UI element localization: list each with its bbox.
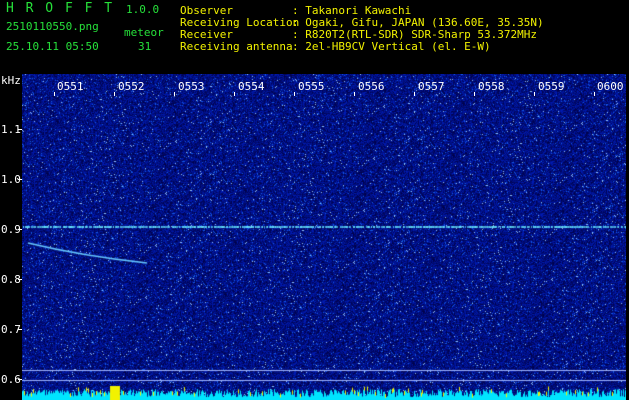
- x-tick: [174, 92, 175, 96]
- x-tick: [294, 92, 295, 96]
- x-tick-label: 0555: [298, 80, 325, 93]
- x-tick-label: 0551: [57, 80, 84, 93]
- x-tick: [114, 92, 115, 96]
- y-tick: [18, 379, 22, 380]
- y-tick: [18, 229, 22, 230]
- meteor-label: meteor: [124, 26, 164, 39]
- y-tick: [18, 129, 22, 130]
- x-tick-label: 0554: [238, 80, 265, 93]
- y-tick: [18, 329, 22, 330]
- x-tick-label: 0553: [178, 80, 205, 93]
- info-label-antenna: Receiving antenna: [180, 40, 293, 53]
- x-tick-label: 0559: [538, 80, 565, 93]
- y-tick: [18, 279, 22, 280]
- header-panel: H R O F F T 1.0.0 2510110550.png meteor …: [0, 0, 629, 72]
- info-value-antenna: : 2el-HB9CV Vertical (el. E-W): [292, 40, 491, 53]
- app-version: 1.0.0: [126, 3, 160, 16]
- x-tick: [234, 92, 235, 96]
- y-tick: [18, 179, 22, 180]
- x-tick-label: 0600: [597, 80, 624, 93]
- file-name: 2510110550.png: [6, 20, 99, 33]
- x-tick-label: 0556: [358, 80, 385, 93]
- y-axis-unit: kHz: [1, 74, 21, 87]
- x-tick: [54, 92, 55, 96]
- app-title: H R O F F T: [6, 1, 115, 16]
- x-tick-label: 0557: [418, 80, 445, 93]
- x-tick: [354, 92, 355, 96]
- x-tick: [414, 92, 415, 96]
- x-tick-label: 0558: [478, 80, 505, 93]
- date-time: 25.10.11 05:50: [6, 40, 99, 53]
- x-tick: [534, 92, 535, 96]
- x-tick-label: 0552: [118, 80, 145, 93]
- spectrogram-canvas: [22, 74, 626, 400]
- x-tick: [594, 92, 595, 96]
- y-axis: [0, 72, 22, 400]
- x-tick: [474, 92, 475, 96]
- meteor-count: 31: [138, 40, 152, 53]
